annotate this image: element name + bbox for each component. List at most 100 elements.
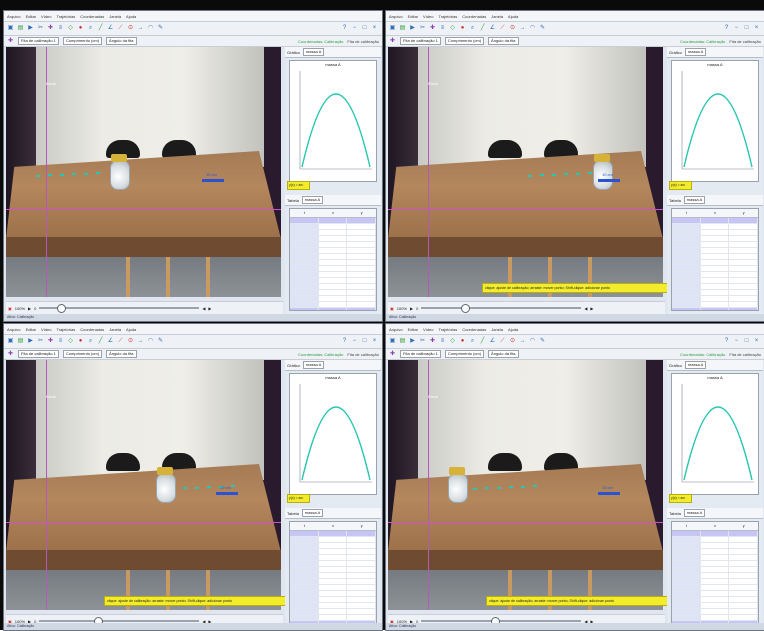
- menu-coordenadas[interactable]: Coordenadas: [80, 14, 104, 19]
- video-icon[interactable]: ▶: [27, 338, 34, 345]
- axes-icon[interactable]: ✚: [429, 25, 436, 32]
- calibrate-icon[interactable]: ◇: [67, 25, 74, 32]
- track-icon[interactable]: ≡: [439, 338, 446, 345]
- menu-vídeo[interactable]: Vídeo: [41, 327, 51, 332]
- col-x[interactable]: x: [701, 209, 730, 217]
- menu-vídeo[interactable]: Vídeo: [423, 14, 433, 19]
- trajectory-plot[interactable]: massa A: [671, 60, 759, 182]
- step-forward-button[interactable]: ▶: [590, 306, 593, 311]
- menu-vídeo[interactable]: Vídeo: [41, 14, 51, 19]
- data-table[interactable]: t x y: [289, 208, 377, 311]
- minimize-icon[interactable]: −: [733, 25, 740, 32]
- step-back-button[interactable]: ◀: [202, 306, 205, 311]
- menu-ajuda[interactable]: Ajuda: [126, 327, 136, 332]
- calibration-tape[interactable]: [598, 492, 620, 495]
- minimize-icon[interactable]: −: [351, 25, 358, 32]
- line-icon[interactable]: ╱: [97, 25, 104, 32]
- zoom-icon[interactable]: ⌕: [87, 25, 94, 32]
- clip-icon[interactable]: ✂: [37, 338, 44, 345]
- menu-trajetórias[interactable]: Trajetórias: [438, 14, 457, 19]
- axis-line-horizontal[interactable]: [6, 522, 281, 523]
- trajectory-plot[interactable]: massa A: [289, 60, 377, 182]
- track-point[interactable]: [533, 485, 537, 487]
- minimize-icon[interactable]: −: [351, 338, 358, 345]
- clip-icon[interactable]: ✂: [419, 25, 426, 32]
- graph-tab[interactable]: Gráfico: [669, 363, 682, 368]
- line-icon[interactable]: ╱: [97, 338, 104, 345]
- frame-slider[interactable]: [421, 617, 582, 626]
- video-icon[interactable]: ▶: [409, 338, 416, 345]
- zoom-icon[interactable]: ⌕: [87, 338, 94, 345]
- save-icon[interactable]: ▤: [399, 338, 406, 345]
- track-point[interactable]: [588, 172, 592, 174]
- table-selector[interactable]: massa A: [301, 509, 324, 517]
- tape-icon[interactable]: ⟋: [499, 25, 506, 32]
- data-table[interactable]: t x y: [671, 521, 759, 624]
- col-x[interactable]: x: [319, 209, 348, 217]
- protractor-icon[interactable]: ◠: [529, 338, 536, 345]
- axis-tool-icon[interactable]: ✚: [7, 38, 14, 45]
- axes-icon[interactable]: ✚: [47, 338, 54, 345]
- angle-icon[interactable]: ∠: [107, 25, 114, 32]
- mass-icon[interactable]: ⊙: [509, 338, 516, 345]
- point-icon[interactable]: ●: [459, 338, 466, 345]
- angle-field[interactable]: Ângulo da fita: [488, 37, 519, 45]
- track-icon[interactable]: ≡: [439, 25, 446, 32]
- help-icon[interactable]: ?: [723, 338, 730, 345]
- track-point[interactable]: [207, 486, 211, 489]
- help-icon[interactable]: ?: [341, 25, 348, 32]
- close-icon[interactable]: ×: [753, 338, 760, 345]
- angle-icon[interactable]: ∠: [107, 338, 114, 345]
- col-t[interactable]: t: [672, 522, 701, 530]
- track-point[interactable]: [576, 172, 580, 175]
- save-icon[interactable]: ▤: [17, 338, 24, 345]
- protractor-icon[interactable]: ◠: [529, 25, 536, 32]
- notes-icon[interactable]: ✎: [539, 338, 546, 345]
- angle-icon[interactable]: ∠: [489, 338, 496, 345]
- line-icon[interactable]: ╱: [479, 338, 486, 345]
- track-point[interactable]: [36, 175, 40, 177]
- col-y[interactable]: y: [347, 522, 376, 530]
- menu-editar[interactable]: Editar: [408, 327, 418, 332]
- menu-janela[interactable]: Janela: [109, 14, 121, 19]
- menu-janela[interactable]: Janela: [491, 14, 503, 19]
- calibration-tape[interactable]: [598, 179, 620, 182]
- menu-vídeo[interactable]: Vídeo: [423, 327, 433, 332]
- track-point[interactable]: [552, 173, 556, 176]
- table-tab[interactable]: Tabela: [669, 511, 681, 516]
- notes-icon[interactable]: ✎: [539, 25, 546, 32]
- tape-icon[interactable]: ⟋: [117, 338, 124, 345]
- rolling-bottle[interactable]: [110, 160, 130, 190]
- graph-selector[interactable]: massa A: [302, 48, 325, 56]
- track-point[interactable]: [509, 486, 513, 489]
- calibrate-icon[interactable]: ◇: [449, 338, 456, 345]
- calibration-field[interactable]: Fita de calibração 1: [400, 350, 441, 358]
- graph-selector[interactable]: massa A: [302, 361, 325, 369]
- calibrate-icon[interactable]: ◇: [67, 338, 74, 345]
- minimize-icon[interactable]: −: [733, 338, 740, 345]
- frame-slider[interactable]: [39, 304, 200, 313]
- mass-icon[interactable]: ⊙: [509, 25, 516, 32]
- video-icon[interactable]: ▶: [27, 25, 34, 32]
- menu-arquivo[interactable]: Arquivo: [389, 327, 403, 332]
- save-icon[interactable]: ▤: [399, 25, 406, 32]
- open-file-icon[interactable]: ▣: [7, 25, 14, 32]
- trajectory-plot[interactable]: massa A: [671, 373, 759, 495]
- col-y[interactable]: y: [729, 522, 758, 530]
- angle-icon[interactable]: ∠: [489, 25, 496, 32]
- col-t[interactable]: t: [290, 209, 319, 217]
- angle-field[interactable]: Ângulo da fita: [488, 350, 519, 358]
- track-icon[interactable]: ≡: [57, 338, 64, 345]
- clip-icon[interactable]: ✂: [37, 25, 44, 32]
- vector-icon[interactable]: →: [137, 25, 144, 32]
- calibration-field[interactable]: Fita de calibração 1: [18, 37, 59, 45]
- track-point[interactable]: [231, 485, 235, 487]
- clip-icon[interactable]: ✂: [419, 338, 426, 345]
- notes-icon[interactable]: ✎: [157, 25, 164, 32]
- maximize-icon[interactable]: □: [743, 338, 750, 345]
- speed-value[interactable]: 100%: [397, 306, 407, 311]
- frame-slider[interactable]: [421, 304, 582, 313]
- track-point[interactable]: [497, 486, 501, 489]
- track-point[interactable]: [183, 487, 187, 490]
- axis-line-horizontal[interactable]: [6, 209, 281, 210]
